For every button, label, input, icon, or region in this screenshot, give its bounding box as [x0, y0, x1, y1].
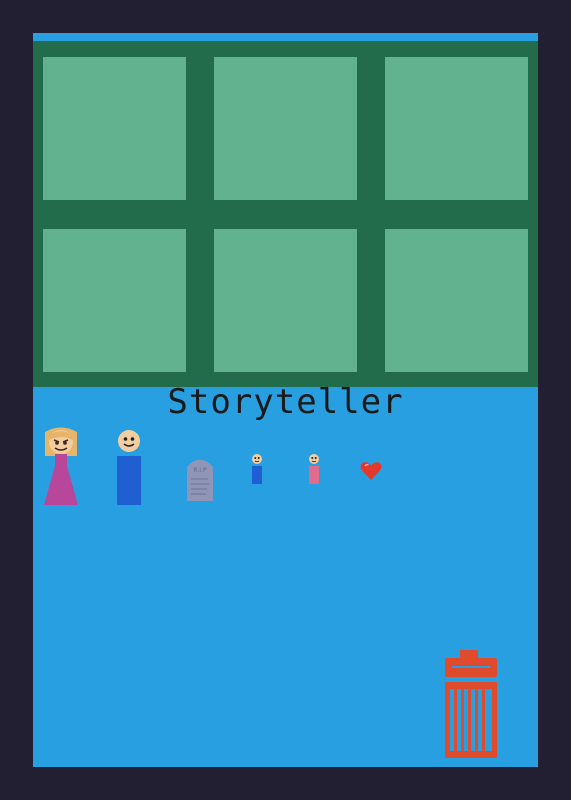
game-title: Storyteller — [167, 382, 404, 422]
small-girl-icon — [309, 454, 319, 484]
tombstone[interactable]: R.I.P — [186, 454, 214, 506]
story-panel-3[interactable] — [385, 57, 528, 200]
story-panel-2[interactable] — [214, 57, 357, 200]
tombstone-icon: R.I.P — [187, 459, 213, 501]
small-girl-figure[interactable] — [307, 453, 321, 489]
small-boy-icon — [252, 454, 262, 484]
small-boy-figure[interactable] — [250, 453, 264, 489]
story-panel-6[interactable] — [385, 229, 528, 372]
trash-can[interactable] — [443, 647, 499, 763]
story-panel-1[interactable] — [43, 57, 186, 200]
man-icon — [117, 430, 141, 505]
story-panel-5[interactable] — [214, 229, 357, 372]
tombstone-text: R.I.P — [193, 467, 207, 474]
heart[interactable] — [360, 461, 382, 485]
princess-icon — [44, 427, 78, 505]
trash-can-icon — [445, 650, 497, 758]
game-stage: Storyteller R.I.P — [33, 33, 538, 767]
heart-icon — [360, 462, 382, 480]
princess-figure[interactable] — [42, 426, 80, 510]
man-figure[interactable] — [115, 429, 143, 510]
story-board — [33, 41, 538, 387]
story-panel-4[interactable] — [43, 229, 186, 372]
